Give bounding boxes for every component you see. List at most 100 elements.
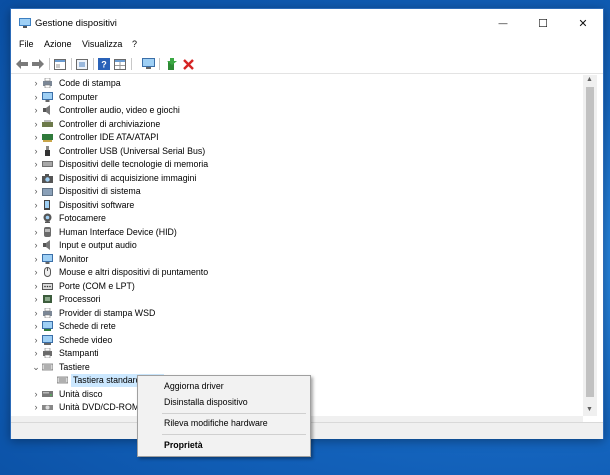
menu-item-properties[interactable]: Proprietà xyxy=(164,440,203,450)
close-button[interactable]: ✕ xyxy=(563,9,603,37)
collapse-chevron-icon[interactable]: ⌄ xyxy=(32,362,40,373)
expand-chevron-icon[interactable]: › xyxy=(32,321,40,332)
tree-category-item[interactable]: › Dispositivi di acquisizione immagini xyxy=(13,172,573,185)
menu-item-update-driver[interactable]: Aggiorna driver xyxy=(164,381,224,391)
tree-category-item[interactable]: › Controller di archiviazione xyxy=(13,118,573,131)
vertical-scrollbar[interactable]: ▲ ▼ xyxy=(583,75,597,416)
printer-icon xyxy=(43,348,52,358)
tree-category-item[interactable]: › Human Interface Device (HID) xyxy=(13,226,573,239)
expand-chevron-icon[interactable]: › xyxy=(32,132,40,143)
add-driver-icon[interactable] xyxy=(165,57,179,71)
monitor-scan-icon[interactable] xyxy=(141,57,155,71)
expand-chevron-icon[interactable]: › xyxy=(32,159,40,170)
context-menu-separator xyxy=(162,434,306,435)
tree-category-item[interactable]: › Porte (COM e LPT) xyxy=(13,280,573,293)
tree-category-item[interactable]: › Dispositivi software xyxy=(13,199,573,212)
toolbar: ? xyxy=(11,55,603,74)
grid-view-icon[interactable] xyxy=(113,57,127,71)
tree-item-label: Provider di stampa WSD xyxy=(59,307,156,318)
expand-chevron-icon[interactable]: › xyxy=(32,146,40,157)
usb-icon xyxy=(45,145,50,156)
expand-chevron-icon[interactable]: › xyxy=(32,348,40,359)
tree-category-item[interactable]: › Dispositivi delle tecnologie di memoria xyxy=(13,158,573,171)
forward-arrow-icon[interactable] xyxy=(31,57,45,71)
software-device-icon xyxy=(44,199,50,210)
expand-chevron-icon[interactable]: › xyxy=(32,105,40,116)
expand-chevron-icon[interactable]: › xyxy=(32,186,40,197)
expand-chevron-icon[interactable]: › xyxy=(32,200,40,211)
tree-category-item[interactable]: › Mouse e altri dispositivi di puntamento xyxy=(13,266,573,279)
ide-controller-icon xyxy=(42,134,53,142)
tree-category-item[interactable]: › Controller IDE ATA/ATAPI xyxy=(13,131,573,144)
tree-category-item[interactable]: › Provider di stampa WSD xyxy=(13,307,573,320)
expand-chevron-icon[interactable]: › xyxy=(32,254,40,265)
expand-chevron-icon[interactable]: › xyxy=(32,78,40,89)
menu-bar: File Azione Visualizza ? xyxy=(11,37,603,53)
tree-item-label: Controller IDE ATA/ATAPI xyxy=(59,132,159,142)
expand-chevron-icon[interactable]: › xyxy=(32,213,40,224)
device-tree: › Code di stampa › Computer › Controller audi… xyxy=(13,75,583,415)
mouse-icon xyxy=(44,267,51,277)
properties-window-icon[interactable] xyxy=(53,57,67,71)
tree-category-item[interactable]: › Code di stampa xyxy=(13,77,573,90)
maximize-button[interactable]: ☐ xyxy=(523,9,563,37)
toolbar-separator xyxy=(71,58,72,70)
tree-category-item[interactable]: › Computer xyxy=(13,91,573,104)
tree-category-item[interactable]: › Schede video xyxy=(13,334,573,347)
update-driver-icon[interactable] xyxy=(75,57,89,71)
expand-chevron-icon[interactable]: › xyxy=(32,227,40,238)
computer-icon xyxy=(42,91,53,102)
tree-category-item[interactable]: › Controller USB (Universal Serial Bus) xyxy=(13,145,573,158)
menu-help[interactable]: ? xyxy=(132,39,137,49)
expand-chevron-icon[interactable]: › xyxy=(32,402,40,413)
back-arrow-icon[interactable] xyxy=(15,57,29,71)
tree-item-label: Processori xyxy=(59,294,101,304)
monitor-icon xyxy=(42,253,53,264)
wsd-printer-icon xyxy=(43,307,52,318)
tree-item-label: Schede video xyxy=(59,334,113,345)
tree-item-label: Human Interface Device (HID) xyxy=(59,226,177,237)
toolbar-separator xyxy=(93,58,94,70)
scroll-down-arrow-icon[interactable]: ▼ xyxy=(586,406,593,413)
tree-category-item[interactable]: › Input e output audio xyxy=(13,239,573,252)
menu-visualizza[interactable]: Visualizza xyxy=(82,39,122,49)
toolbar-separator xyxy=(131,58,132,70)
dvd-drive-icon xyxy=(42,405,53,410)
expand-chevron-icon[interactable]: › xyxy=(32,173,40,184)
expand-chevron-icon[interactable]: › xyxy=(32,240,40,251)
expand-chevron-icon[interactable]: › xyxy=(32,267,40,278)
scroll-up-arrow-icon[interactable]: ▲ xyxy=(586,76,593,83)
menu-file[interactable]: File xyxy=(19,39,34,49)
tree-category-item[interactable]: › Processori xyxy=(13,293,573,306)
tree-category-item[interactable]: › Monitor xyxy=(13,253,573,266)
tree-item-label: Input e output audio xyxy=(59,240,137,250)
menu-azione[interactable]: Azione xyxy=(44,39,72,49)
expand-chevron-icon[interactable]: › xyxy=(32,92,40,103)
device-manager-app-icon xyxy=(19,18,31,28)
tree-item-label: Unità DVD/CD-ROM xyxy=(59,402,140,412)
menu-item-uninstall-device[interactable]: Disinstalla dispositivo xyxy=(164,397,248,407)
remove-red-x-icon[interactable] xyxy=(181,57,195,71)
help-icon[interactable]: ? xyxy=(97,57,111,71)
tree-category-item[interactable]: ⌄ Tastiere xyxy=(13,361,573,374)
expand-chevron-icon[interactable]: › xyxy=(32,294,40,305)
expand-chevron-icon[interactable]: › xyxy=(32,281,40,292)
tree-item-label: Dispositivi delle tecnologie di memoria xyxy=(59,159,209,169)
expand-chevron-icon[interactable]: › xyxy=(32,389,40,400)
tree-item-label: Monitor xyxy=(59,253,89,264)
tree-item-label: Porte (COM e LPT) xyxy=(59,280,135,291)
tree-category-item[interactable]: › Fotocamere xyxy=(13,212,573,225)
tree-category-item[interactable]: › Dispositivi di sistema xyxy=(13,185,573,198)
minimize-button[interactable]: — xyxy=(483,9,523,37)
scrollbar-thumb[interactable] xyxy=(586,87,594,397)
tree-category-item[interactable]: › Controller audio, video e giochi xyxy=(13,104,573,117)
network-adapter-icon xyxy=(42,321,53,331)
expand-chevron-icon[interactable]: › xyxy=(32,119,40,130)
menu-item-scan-hardware[interactable]: Rileva modifiche hardware xyxy=(164,418,268,428)
camera-icon xyxy=(42,173,53,183)
tree-category-item[interactable]: › Stampanti xyxy=(13,347,573,360)
tree-category-item[interactable]: › Schede di rete xyxy=(13,320,573,333)
expand-chevron-icon[interactable]: › xyxy=(32,308,40,319)
expand-chevron-icon[interactable]: › xyxy=(32,335,40,346)
hid-icon xyxy=(44,226,51,237)
